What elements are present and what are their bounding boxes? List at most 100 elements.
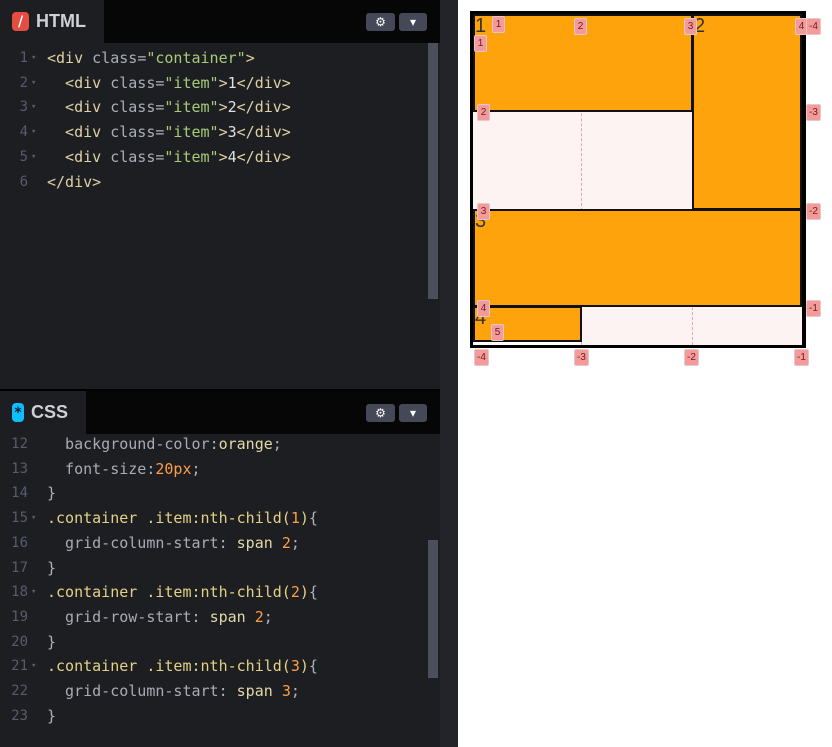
fold-arrow-icon[interactable]: ▾ (31, 120, 36, 145)
code-token: orange (218, 435, 273, 453)
code-line[interactable]: 5 ▾ <div class="item">4</div> (0, 145, 425, 170)
grid-line-badge: -2 (806, 203, 821, 220)
code-text: <div class="item">1</div> (47, 71, 291, 96)
fold-arrow-icon[interactable]: ▾ (31, 46, 36, 71)
code-text: .container .item:nth-child(2){ (47, 580, 318, 605)
grid-line-badge: -1 (806, 300, 821, 317)
html-code-editor[interactable]: 1 ▾ <div class="container"> 2 ▾ <div class="… (0, 43, 440, 389)
code-line[interactable]: 23} (0, 704, 425, 729)
code-token: ) (299, 657, 309, 676)
code-token: span (236, 533, 282, 552)
fold-arrow-icon[interactable]: ▾ (31, 145, 36, 170)
code-token: } (47, 632, 57, 651)
line-number: 4 (19, 124, 28, 141)
code-token: > (218, 73, 228, 92)
code-token: : (218, 533, 237, 552)
code-line[interactable]: 15 ▾ .container .item:nth-child(1){ (0, 506, 425, 531)
code-line[interactable]: 17} (0, 556, 425, 581)
code-token: { (308, 509, 318, 528)
css-panel-header: * CSS ⚙ ▾ (0, 391, 440, 434)
line-number: 16 (11, 534, 28, 551)
code-token: class (110, 73, 156, 92)
code-token: : (191, 607, 210, 626)
fold-arrow-icon[interactable]: ▾ (31, 71, 36, 96)
gear-icon: ⚙ (375, 406, 386, 420)
code-token: } (47, 484, 57, 503)
code-line[interactable]: 2 ▾ <div class="item">1</div> (0, 71, 425, 96)
code-token: grid-column-start (47, 533, 219, 552)
css-panel-tab[interactable]: * CSS (0, 391, 86, 434)
grid-line-badge: 3 (477, 203, 490, 220)
code-token: 2 (281, 533, 291, 552)
fold-arrow-icon[interactable]: ▾ (31, 580, 36, 605)
fold-arrow-icon[interactable]: ▾ (31, 95, 36, 120)
code-token: ; (290, 533, 300, 552)
line-number: 6 (19, 173, 28, 190)
line-number: 18 (11, 584, 28, 601)
empty-grid-cell (473, 109, 693, 209)
line-number: 15 (11, 510, 28, 527)
html-settings-button[interactable]: ⚙ (366, 13, 395, 31)
code-text: } (47, 704, 56, 729)
css-collapse-button[interactable]: ▾ (399, 404, 427, 422)
css-editor-panel: * CSS ⚙ ▾ 12 background-color:orange; 13 … (0, 391, 440, 747)
code-line[interactable]: 13 font-size:20px; (0, 457, 425, 482)
fold-arrow-icon[interactable]: ▾ (31, 506, 36, 531)
grid-line-badge: -4 (806, 18, 821, 35)
code-line[interactable]: 6 </div> (0, 170, 425, 195)
code-line[interactable]: 20} (0, 630, 425, 655)
code-token: 2 (290, 583, 300, 602)
code-text: } (47, 630, 56, 655)
code-token: .container .item:nth-child( (47, 657, 291, 676)
code-line[interactable]: 1 ▾ <div class="container"> (0, 46, 425, 71)
grid-line-badge: -3 (574, 349, 589, 366)
css-settings-button[interactable]: ⚙ (366, 404, 395, 422)
code-line[interactable]: 4 ▾ <div class="item">3</div> (0, 120, 425, 145)
line-number: 19 (11, 608, 28, 625)
code-line[interactable]: 16 grid-column-start: span 2; (0, 531, 425, 556)
code-token: "item" (164, 147, 219, 166)
code-token: </div> (236, 73, 291, 92)
code-token: class (92, 49, 138, 67)
code-line[interactable]: 14} (0, 481, 425, 506)
grid-item-label: 1 (475, 15, 487, 37)
code-token: > (218, 147, 228, 166)
chevron-down-icon: ▾ (409, 406, 417, 420)
line-number: 20 (11, 633, 28, 650)
html-panel-tab[interactable]: / HTML (0, 0, 104, 43)
grid-item-3: 3 (473, 209, 802, 307)
grid-line-badge: 4 (477, 300, 490, 317)
code-line[interactable]: 21 ▾ .container .item:nth-child(3){ (0, 654, 425, 679)
html-editor-scrollbar[interactable] (428, 43, 438, 299)
html-collapse-button[interactable]: ▾ (399, 13, 427, 31)
editor-preview-divider[interactable] (440, 0, 458, 747)
line-number: 2 (19, 74, 28, 91)
css-code-editor[interactable]: 12 background-color:orange; 13 font-size:… (0, 434, 440, 747)
code-line[interactable]: 22 grid-column-start: span 3; (0, 679, 425, 704)
code-text: grid-row-start: span 2; (47, 605, 273, 630)
line-number: 1 (19, 50, 28, 66)
code-line[interactable]: 19 grid-row-start: span 2; (0, 605, 425, 630)
code-token: class (110, 147, 156, 166)
code-line[interactable]: 18 ▾ .container .item:nth-child(2){ (0, 580, 425, 605)
code-line[interactable]: 12 background-color:orange; (0, 432, 425, 457)
code-token: class (110, 123, 156, 142)
line-number: 12 (11, 436, 28, 452)
code-token: 3 (281, 682, 291, 700)
css-editor-scrollbar[interactable] (428, 540, 438, 678)
code-token: 2 (254, 607, 264, 626)
grid-line-badge: 1 (492, 16, 505, 33)
code-token: </div> (236, 98, 291, 117)
code-text: } (47, 556, 56, 581)
grid-line-badge: 2 (477, 104, 490, 121)
fold-arrow-icon[interactable]: ▾ (31, 654, 36, 679)
code-token: "item" (164, 98, 219, 117)
code-token: : (209, 435, 219, 453)
code-token: ) (299, 509, 309, 528)
code-token: <div (47, 73, 111, 92)
code-token: span (209, 607, 255, 626)
grid-line-badge: -3 (806, 104, 821, 121)
code-text: .container .item:nth-child(1){ (47, 506, 318, 531)
code-token: ) (299, 583, 309, 602)
code-line[interactable]: 3 ▾ <div class="item">2</div> (0, 95, 425, 120)
